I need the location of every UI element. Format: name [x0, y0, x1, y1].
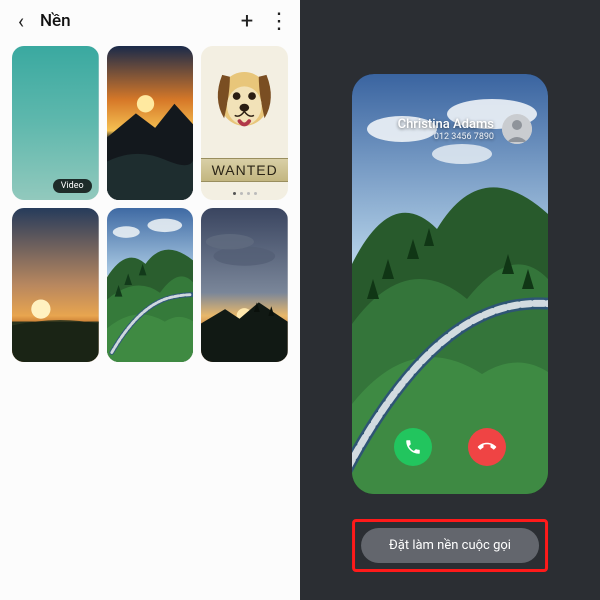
caller-avatar	[502, 114, 532, 144]
back-icon[interactable]: ‹	[8, 8, 34, 34]
video-badge: Video	[53, 179, 92, 193]
wallpaper-thumb-plain-sunset[interactable]	[12, 208, 99, 362]
set-button-highlight: Đặt làm nền cuộc gọi	[352, 519, 548, 572]
set-as-call-background-button[interactable]: Đặt làm nền cuộc gọi	[361, 528, 539, 563]
call-preview-screen: Christina Adams 012 3456 7890 Đặt làm nề…	[300, 0, 600, 600]
wallpaper-thumb-cloudy-sunset[interactable]	[201, 208, 288, 362]
add-icon[interactable]: +	[234, 8, 260, 34]
caller-name: Christina Adams	[368, 117, 494, 132]
background-picker-screen: ‹ Nền + ⋮ Video	[0, 0, 300, 600]
wanted-label: WANTED	[201, 158, 288, 182]
wallpaper-thumb-gradient[interactable]: Video	[12, 46, 99, 200]
wallpaper-thumb-sunset-coast[interactable]	[107, 46, 194, 200]
wallpaper-thumb-train-landscape[interactable]	[107, 208, 194, 362]
page-title: Nền	[40, 11, 228, 31]
call-preview: Christina Adams 012 3456 7890	[352, 74, 548, 494]
wallpaper-grid: Video	[0, 42, 300, 366]
more-icon[interactable]: ⋮	[266, 8, 292, 34]
caller-info: Christina Adams 012 3456 7890	[368, 114, 532, 144]
page-dots	[201, 192, 288, 195]
wallpaper-thumb-dog-wanted[interactable]: WANTED	[201, 46, 288, 200]
caller-number: 012 3456 7890	[368, 132, 494, 142]
accept-call-button[interactable]	[394, 428, 432, 466]
decline-call-button[interactable]	[468, 428, 506, 466]
call-buttons	[352, 428, 548, 466]
header-bar: ‹ Nền + ⋮	[0, 0, 300, 42]
